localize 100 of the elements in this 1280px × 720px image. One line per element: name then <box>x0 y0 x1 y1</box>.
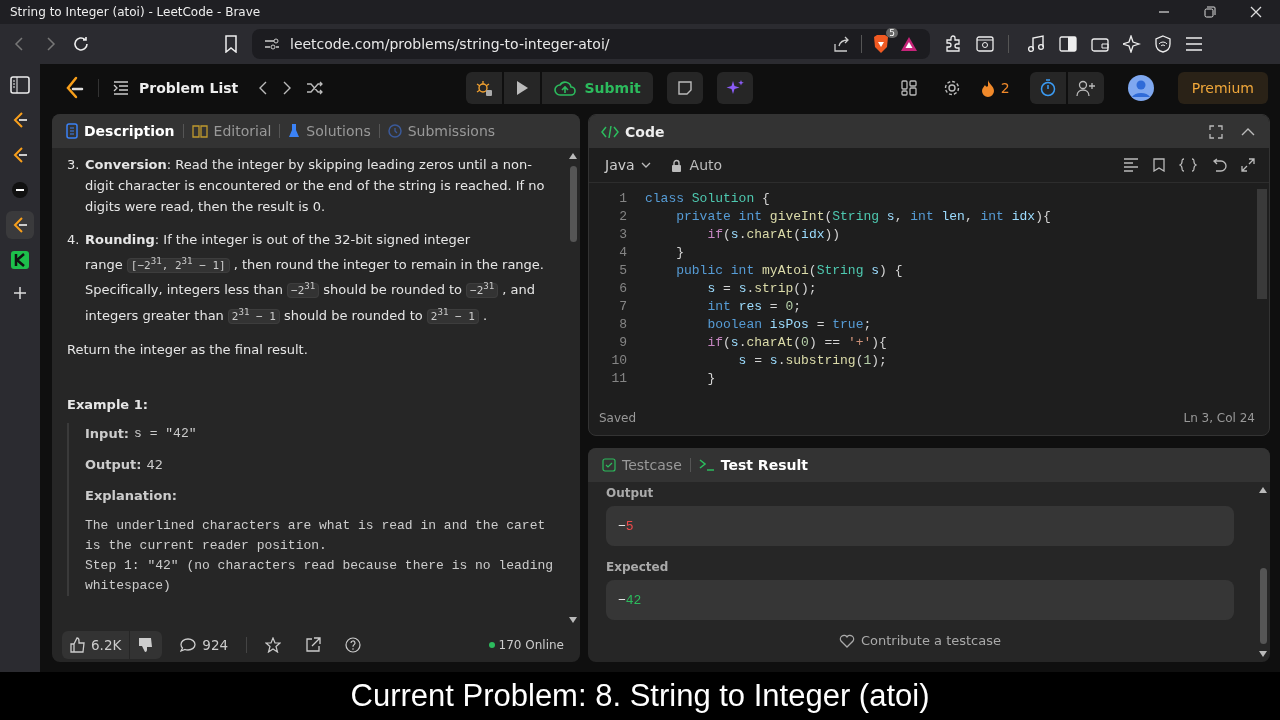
note-button[interactable] <box>666 72 703 104</box>
settings-icon[interactable] <box>942 79 961 97</box>
code-line: int res = 0; <box>706 298 802 314</box>
contribute-testcase-link[interactable]: Contribute a testcase <box>833 632 1007 649</box>
scroll-up-icon[interactable] <box>568 152 578 160</box>
sidebar-panel-icon[interactable] <box>10 76 30 94</box>
debug-button[interactable] <box>466 72 503 104</box>
submit-button[interactable]: Submit <box>542 72 653 104</box>
scroll-up-icon[interactable] <box>1258 486 1268 494</box>
problem-list-button[interactable]: Problem List <box>113 80 245 96</box>
flame-icon <box>980 79 995 97</box>
heart-icon <box>839 633 855 648</box>
scrollbar-thumb[interactable] <box>569 166 577 242</box>
share-icon[interactable] <box>833 36 851 52</box>
collapse-icon[interactable] <box>1241 126 1255 137</box>
scroll-down-icon[interactable] <box>1258 650 1268 658</box>
layout-grid-icon[interactable] <box>900 80 917 96</box>
online-dot <box>488 642 495 648</box>
reload-icon[interactable] <box>72 35 90 53</box>
previous-icon[interactable] <box>258 81 269 95</box>
like-button[interactable]: 6.2K <box>62 631 130 659</box>
star-icon[interactable] <box>265 637 282 653</box>
leetcode-bookmark-icon[interactable] <box>12 146 28 164</box>
list-icon <box>113 81 129 95</box>
triangle-icon[interactable] <box>900 36 918 52</box>
result-label: Output <box>606 486 655 500</box>
panel-tab[interactable]: Solutions <box>282 116 377 146</box>
streak-counter[interactable]: 2 <box>980 79 1010 97</box>
panel-tab[interactable]: Submissions <box>381 116 502 146</box>
add-friend-button[interactable] <box>1067 72 1104 104</box>
k-logo-icon[interactable] <box>11 251 29 269</box>
shield-count-badge: 5 <box>886 28 898 38</box>
result-label: Expected <box>606 560 670 574</box>
timer-button[interactable] <box>1029 72 1066 104</box>
code-line: s = s.strip(); <box>706 280 817 296</box>
description-text: Conversion: Read the integer by skipping leading zeros until a non-digit character is encountered or the end of the string is reached. If no digits were read, then the result is 0. <box>85 156 546 216</box>
bookmark-icon[interactable] <box>1153 158 1165 172</box>
leetcode-bookmark-icon[interactable] <box>12 111 28 129</box>
code-line: public int myAtoi(String s) { <box>675 262 903 278</box>
scroll-down-icon[interactable] <box>568 616 578 624</box>
share-icon[interactable] <box>305 637 322 653</box>
vpn-shield-icon[interactable] <box>1155 35 1171 53</box>
leetcode-logo-icon[interactable] <box>64 76 84 100</box>
extensions-icon[interactable] <box>944 35 962 53</box>
cloud-upload-icon <box>554 80 577 96</box>
speech-bubble-icon <box>180 637 197 653</box>
run-button[interactable] <box>504 72 541 104</box>
lion-shield-icon[interactable] <box>872 34 890 54</box>
code-line: if(s.charAt(idx)) <box>706 226 841 242</box>
thumbs-up-icon <box>70 637 86 653</box>
auto-mode-toggle[interactable]: Auto <box>670 157 723 173</box>
help-icon[interactable] <box>345 637 362 653</box>
braces-icon[interactable] <box>1179 158 1197 172</box>
avatar-icon[interactable] <box>1127 75 1154 101</box>
restore-icon[interactable] <box>1204 6 1216 18</box>
format-icon[interactable] <box>1123 158 1139 172</box>
panel-tab[interactable]: Testcase <box>596 450 688 480</box>
online-count: 170 Online <box>498 638 564 652</box>
code-line: } <box>706 370 716 386</box>
shuffle-icon[interactable] <box>306 81 325 95</box>
code-line: boolean isPos = true; <box>706 316 872 332</box>
save-status: Saved <box>599 411 637 425</box>
dark-circle-icon[interactable] <box>11 181 29 199</box>
panel-title: Code <box>625 123 665 140</box>
comments-button[interactable]: 924 <box>174 636 235 654</box>
panel-tab[interactable]: Editorial <box>185 116 278 146</box>
code-line: private int giveInt(String s, int len, int idx){ <box>675 208 1051 224</box>
window-title: String to Integer (atoi) - LeetCode - Brave <box>10 5 262 19</box>
add-icon[interactable] <box>13 286 27 300</box>
description-text: Return the integer as the final result. <box>67 340 309 359</box>
leetcode-bookmark-icon[interactable] <box>6 211 34 239</box>
search-window-icon[interactable] <box>976 36 994 52</box>
line-number: 5 <box>618 262 627 278</box>
line-number: 11 <box>610 370 627 386</box>
menu-icon[interactable] <box>1185 36 1203 52</box>
terminal-icon <box>698 459 715 471</box>
fullscreen-icon[interactable] <box>1209 124 1223 139</box>
scrollbar-thumb[interactable] <box>1259 568 1267 644</box>
sidebar-toggle-icon[interactable] <box>1059 36 1077 52</box>
premium-button[interactable]: Premium <box>1177 72 1268 104</box>
language-dropdown[interactable]: Java <box>599 156 657 174</box>
ai-sparkle-button[interactable] <box>716 72 753 104</box>
address-bar[interactable]: leetcode.com/problems/string-to-integer-atoi/ 5 <box>252 29 930 59</box>
panel-tab[interactable]: Description <box>60 116 181 146</box>
sparkle-icon[interactable] <box>1123 35 1141 53</box>
example-label: Explanation: <box>85 486 177 505</box>
music-icon[interactable] <box>1027 35 1045 53</box>
undo-icon[interactable] <box>1211 158 1227 172</box>
dislike-button[interactable] <box>130 631 163 659</box>
panel-tab[interactable]: Test Result <box>692 450 814 480</box>
note-icon <box>676 80 693 96</box>
line-number: 7 <box>618 298 627 314</box>
next-icon[interactable] <box>282 81 293 95</box>
expand-icon[interactable] <box>1241 158 1255 172</box>
close-icon[interactable] <box>1250 6 1262 18</box>
site-settings-icon[interactable] <box>264 37 280 51</box>
scrollbar-thumb[interactable] <box>1257 189 1267 299</box>
wallet-icon[interactable] <box>1091 36 1109 52</box>
description-text: Rounding: If the integer is out of the 32-bit signed integer range [−2$^{31}$, 2$^{31}$ − 1] , then round the integer to remain in the range. Specifically, integers less than −2$^{31}$ should be rounded to −2$^{31}$ , and integers greater than 2$^{31}$ − 1 should be rounded to 2$^{31}$ − 1 . <box>85 231 545 326</box>
lock-icon <box>670 158 682 172</box>
